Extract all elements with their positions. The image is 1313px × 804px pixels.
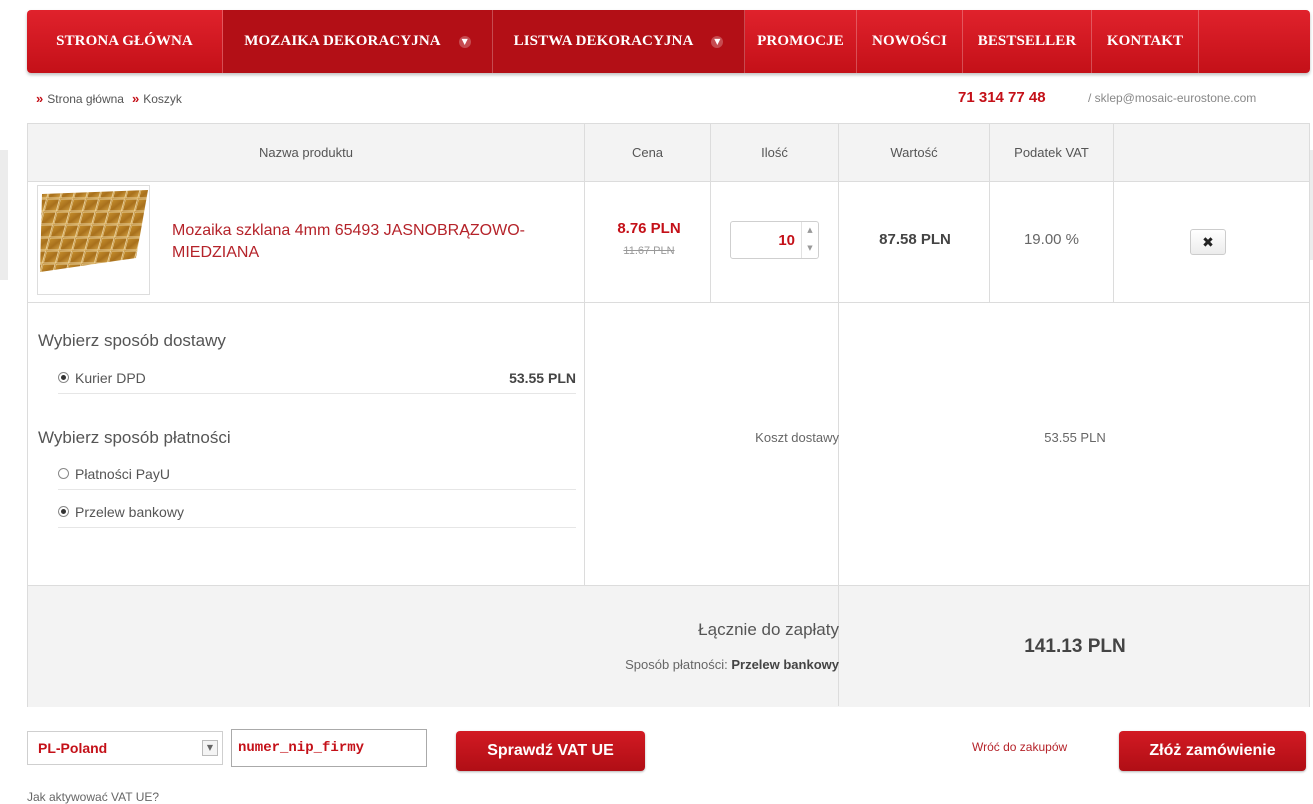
nav-promocje[interactable]: PROMOCJE	[745, 10, 857, 73]
mosaic-image	[40, 190, 148, 272]
breadcrumb-current: Koszyk	[143, 91, 182, 106]
product-line-value: 87.58 PLN	[879, 231, 951, 248]
product-thumbnail[interactable]	[37, 185, 150, 295]
divider	[838, 586, 839, 706]
col-header-qty: Ilość	[711, 124, 839, 181]
nav-promocje-label: PROMOCJE	[757, 33, 844, 49]
chevron-down-icon[interactable]: ▼	[202, 740, 218, 756]
chevron-down-icon: ▼	[458, 35, 471, 48]
nav-kontakt-label: KONTAKT	[1106, 33, 1184, 49]
nav-kontakt[interactable]: KONTAKT	[1092, 10, 1199, 73]
vat-howto-link[interactable]: Jak aktywować VAT UE?	[27, 790, 159, 804]
delivery-option[interactable]: Kurier DPD 53.55 PLN	[58, 362, 576, 394]
email-address[interactable]: / sklep@mosaic-eurostone.com	[1088, 91, 1256, 105]
page-edge-decoration-left	[0, 150, 8, 280]
nav-nowosci[interactable]: NOWOŚCI	[857, 10, 963, 73]
chevron-down-icon: ▼	[711, 35, 724, 48]
nip-input[interactable]: numer_nip_firmy	[231, 729, 427, 767]
shipping-cost-value: 53.55 PLN	[1044, 430, 1106, 445]
divider	[838, 181, 839, 302]
check-vat-button[interactable]: Sprawdź VAT UE	[456, 731, 645, 771]
total-label: Łącznie do zapłaty	[698, 620, 839, 639]
payment-option-label: Przelew bankowy	[75, 503, 184, 520]
payment-option[interactable]: Przelew bankowy	[58, 496, 576, 528]
radio-selected-icon[interactable]	[58, 372, 69, 383]
quantity-spinner: ▲ ▼	[801, 222, 818, 258]
payment-method-summary: Sposób płatności: Przelew bankowy	[625, 657, 839, 672]
back-to-shopping-link[interactable]: Wróć do zakupów	[972, 740, 1067, 754]
nav-bestseller[interactable]: BESTSELLER	[963, 10, 1092, 73]
payment-title: Wybierz sposób płatności	[38, 428, 231, 447]
nav-nowosci-label: NOWOŚCI	[872, 33, 947, 49]
product-old-price: 11.67 PLN	[623, 245, 675, 257]
country-select[interactable]: PL-Poland ▼	[27, 731, 223, 765]
delivery-option-label: Kurier DPD	[75, 369, 146, 386]
col-header-value: Wartość	[839, 124, 990, 181]
delivery-option-price: 53.55 PLN	[509, 369, 576, 386]
nav-bestseller-label: BESTSELLER	[977, 33, 1077, 49]
increment-icon[interactable]: ▲	[802, 222, 818, 240]
col-header-price: Cena	[585, 124, 711, 181]
remove-item-button[interactable]: ✖	[1190, 229, 1226, 255]
product-price: 8.76 PLN	[617, 220, 681, 237]
nav-home-label: STRONA GŁÓWNA	[56, 33, 193, 49]
breadcrumb-separator: »	[36, 91, 44, 106]
payment-option-label: Płatności PayU	[75, 465, 170, 482]
country-select-value: PL-Poland	[38, 740, 108, 756]
main-navigation: STRONA GŁÓWNA MOZAIKA DEKORACYJNA ▼ LIST…	[27, 10, 1310, 73]
close-icon: ✖	[1202, 233, 1214, 250]
divider	[28, 302, 1309, 303]
nav-listwa-label: LISTWA DEKORACYJNA	[513, 33, 694, 49]
divider	[1113, 181, 1114, 302]
phone-number: 71 314 77 48	[958, 89, 1046, 106]
breadcrumb: » Strona główna » Koszyk	[36, 91, 182, 106]
nav-mozaika-label: MOZAIKA DEKORACYJNA	[244, 33, 441, 49]
nav-listwa[interactable]: LISTWA DEKORACYJNA ▼	[493, 10, 745, 73]
quantity-value[interactable]: 10	[731, 232, 801, 249]
nav-mozaika[interactable]: MOZAIKA DEKORACYJNA ▼	[223, 10, 493, 73]
delivery-title: Wybierz sposób dostawy	[38, 331, 226, 350]
decrement-icon[interactable]: ▼	[802, 240, 818, 258]
nav-home[interactable]: STRONA GŁÓWNA	[27, 10, 223, 73]
product-name-link[interactable]: Mozaika szklana 4mm 65493 JASNOBRĄZOWO-M…	[172, 220, 572, 264]
col-header-vat: Podatek VAT	[990, 124, 1114, 181]
breadcrumb-separator: »	[131, 91, 140, 106]
quantity-stepper[interactable]: 10 ▲ ▼	[730, 221, 819, 259]
grand-total: 141.13 PLN	[1024, 636, 1126, 657]
place-order-button[interactable]: Złóż zamówienie	[1119, 731, 1306, 771]
payment-method-label: Sposób płatności:	[625, 657, 728, 672]
divider	[710, 181, 711, 302]
totals-row: Łącznie do zapłaty Sposób płatności: Prz…	[28, 585, 1309, 707]
radio-selected-icon[interactable]	[58, 506, 69, 517]
payment-option[interactable]: Płatności PayU	[58, 458, 576, 490]
shipping-cost-label: Koszt dostawy	[755, 430, 839, 445]
col-header-name: Nazwa produktu	[28, 124, 585, 181]
divider	[584, 181, 585, 302]
cart-table: Nazwa produktu Cena Ilość Wartość Podate…	[27, 123, 1310, 707]
breadcrumb-home[interactable]: Strona główna	[47, 92, 124, 106]
payment-method-value: Przelew bankowy	[731, 657, 839, 672]
product-vat: 19.00 %	[1023, 231, 1080, 248]
radio-icon[interactable]	[58, 468, 69, 479]
